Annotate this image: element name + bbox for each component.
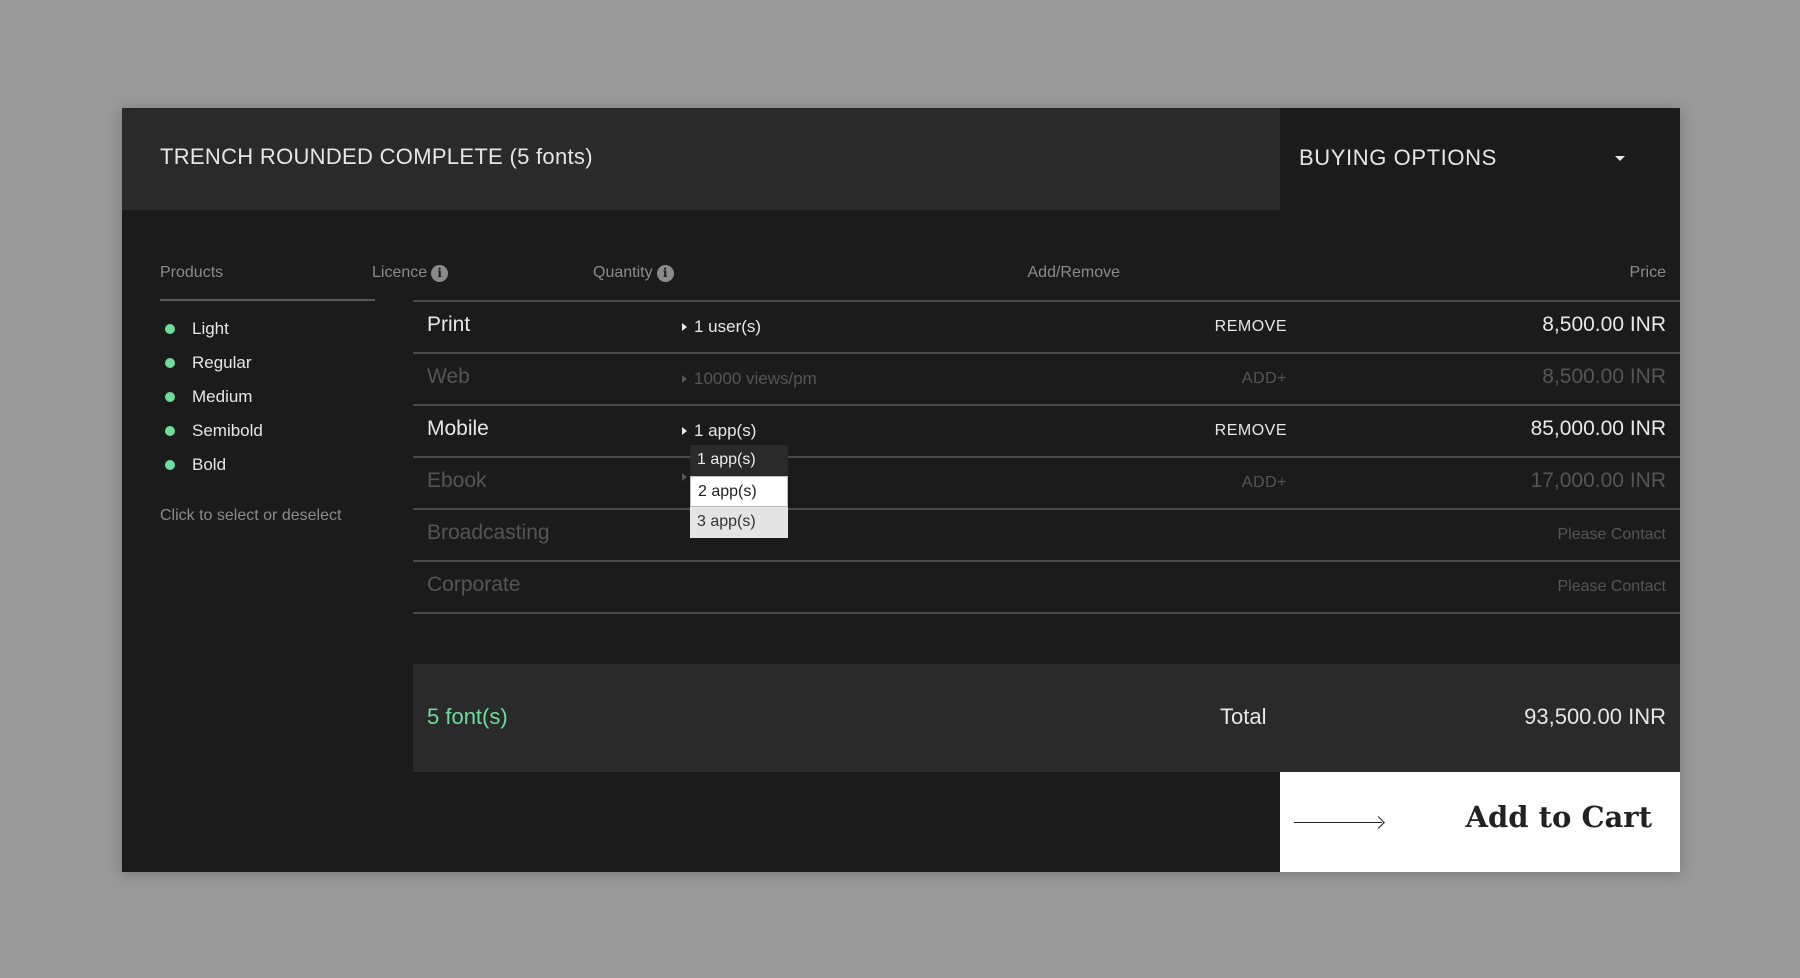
selected-dot-icon [165, 460, 175, 470]
price-header-label: Price [1629, 264, 1666, 281]
quantity-header: Quantity i [593, 264, 674, 282]
row-price: 8,500.00 INR [1542, 313, 1666, 336]
licence-name: Print [427, 313, 471, 336]
product-label: Medium [192, 387, 253, 406]
quantity-value: 1 app(s) [694, 421, 757, 440]
quantity-selector[interactable]: 10000 views/pm [682, 369, 817, 389]
product-item-regular[interactable]: Regular [160, 346, 263, 380]
total-label: Total [1220, 704, 1267, 729]
licence-row-ebook: Ebook ADD+ 17,000.00 INR [413, 458, 1680, 510]
selected-dot-icon [165, 392, 175, 402]
add-remove-header-label: Add/Remove [1027, 264, 1121, 281]
purchase-panel: TRENCH ROUNDED COMPLETE (5 fonts) BUYING… [122, 108, 1680, 872]
add-button[interactable]: ADD+ [1242, 474, 1287, 492]
quantity-value: 10000 views/pm [694, 369, 817, 388]
info-icon[interactable]: i [431, 264, 449, 282]
total-value: 93,500.00 INR [1524, 704, 1666, 729]
buying-options-dropdown[interactable]: BUYING OPTIONS [1280, 108, 1680, 210]
product-item-light[interactable]: Light [160, 312, 263, 346]
total-bar: 5 font(s) Total 93,500.00 INR [413, 664, 1680, 772]
products-heading: Products [160, 264, 224, 281]
licence-name: Broadcasting [427, 521, 550, 544]
quantity-dropdown-menu: 1 app(s) 2 app(s) 3 app(s) [690, 445, 788, 538]
chevron-down-icon [1615, 156, 1625, 161]
dropdown-option-2[interactable]: 2 app(s) [690, 476, 788, 507]
caret-right-icon [682, 473, 687, 481]
package-title: TRENCH ROUNDED COMPLETE (5 fonts) [160, 144, 593, 169]
licence-name: Web [427, 365, 470, 388]
product-item-bold[interactable]: Bold [160, 448, 263, 482]
add-button[interactable]: ADD+ [1242, 370, 1287, 388]
licence-row-broadcasting: Broadcasting Please Contact [413, 510, 1680, 562]
add-to-cart-label: Add to Cart [1465, 800, 1652, 834]
remove-button[interactable]: REMOVE [1215, 422, 1287, 440]
add-remove-header: Add/Remove [972, 264, 1121, 282]
caret-right-icon [682, 427, 687, 435]
remove-button[interactable]: REMOVE [1215, 318, 1287, 336]
licence-name: Mobile [427, 417, 489, 440]
quantity-selector[interactable]: 1 user(s) [682, 317, 761, 337]
add-to-cart-button[interactable]: Add to Cart [1280, 772, 1680, 872]
products-divider [160, 299, 375, 301]
dropdown-option-3[interactable]: 3 app(s) [690, 507, 788, 538]
fonts-count: 5 font(s) [427, 704, 508, 729]
row-price: 85,000.00 INR [1530, 417, 1666, 440]
dropdown-option-1[interactable]: 1 app(s) [690, 445, 788, 476]
quantity-header-label: Quantity [593, 264, 653, 281]
row-price: 8,500.00 INR [1542, 365, 1666, 388]
licence-header: Licence i [372, 264, 449, 282]
caret-right-icon [682, 323, 687, 331]
product-label: Semibold [192, 421, 263, 440]
row-price: Please Contact [1557, 526, 1666, 543]
arrow-right-icon [1294, 822, 1382, 823]
selected-dot-icon [165, 358, 175, 368]
product-item-medium[interactable]: Medium [160, 380, 263, 414]
licence-name: Ebook [427, 469, 487, 492]
licence-row-web: Web 10000 views/pm ADD+ 8,500.00 INR [413, 354, 1680, 406]
licence-row-print: Print 1 user(s) REMOVE 8,500.00 INR [413, 302, 1680, 354]
products-hint: Click to select or deselect [160, 507, 342, 524]
row-price: Please Contact [1557, 578, 1666, 595]
licence-name: Corporate [427, 573, 521, 596]
quantity-value: 1 user(s) [694, 317, 762, 336]
header-bar: TRENCH ROUNDED COMPLETE (5 fonts) [122, 108, 1280, 210]
product-item-semibold[interactable]: Semibold [160, 414, 263, 448]
product-label: Light [192, 319, 229, 338]
licence-header-label: Licence [372, 264, 428, 281]
price-header: Price [1372, 264, 1666, 282]
products-list: Light Regular Medium Semibold Bold [160, 312, 263, 482]
selected-dot-icon [165, 324, 175, 334]
caret-right-icon [682, 375, 687, 383]
buying-options-label: BUYING OPTIONS [1299, 145, 1497, 170]
product-label: Regular [192, 353, 252, 372]
arrow-head-icon [1372, 816, 1385, 829]
licence-row-mobile: Mobile 1 app(s) REMOVE 85,000.00 INR [413, 406, 1680, 458]
product-label: Bold [192, 455, 227, 474]
licence-row-corporate: Corporate Please Contact [413, 562, 1680, 614]
selected-dot-icon [165, 426, 175, 436]
row-price: 17,000.00 INR [1530, 469, 1666, 492]
info-icon[interactable]: i [656, 264, 674, 282]
quantity-selector[interactable]: 1 app(s) [682, 421, 756, 441]
